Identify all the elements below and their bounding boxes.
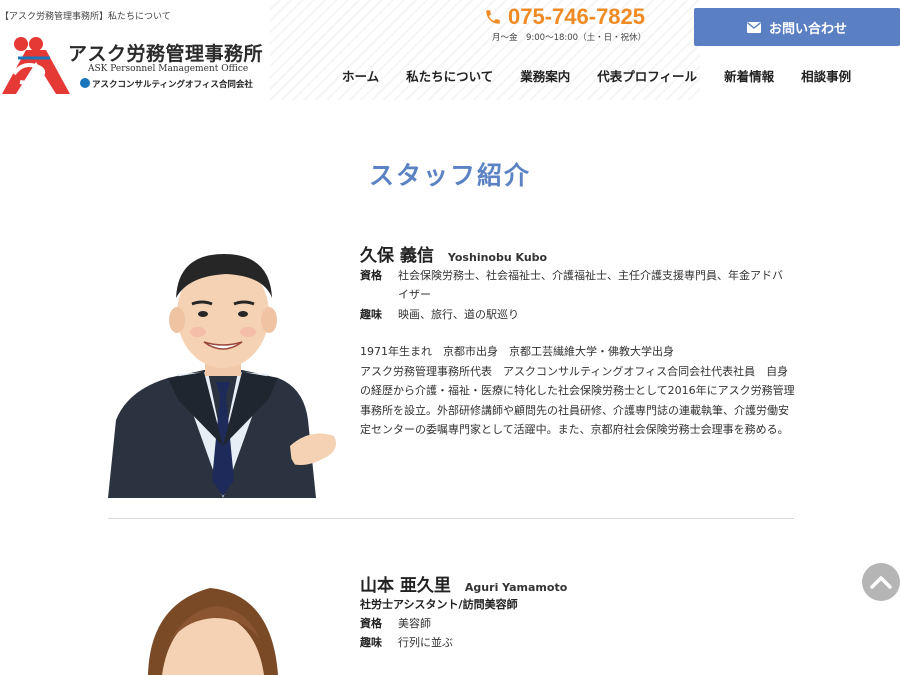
contact-button-label: お問い合わせ: [768, 21, 847, 37]
company-mark-icon: [80, 78, 90, 88]
main-nav: ホーム 私たちについて 業務案内 代表プロフィール 新着情報 相談事例: [342, 66, 851, 86]
logo-name: アスク労務管理事務所: [68, 43, 264, 65]
phone-icon: [486, 10, 500, 24]
hobbies-label: 趣味: [360, 636, 382, 649]
hobbies-row: 趣味 行列に並ぶ: [360, 633, 790, 652]
hobbies-value: 行列に並ぶ: [398, 636, 453, 649]
phone-number[interactable]: 075-746-7825: [484, 4, 645, 30]
staff-name-text: 久保 義信: [360, 246, 434, 266]
hobbies-label: 趣味: [360, 308, 382, 321]
staff-portrait-yamamoto: [148, 584, 278, 675]
mail-icon: [746, 21, 761, 33]
hobbies-row: 趣味 映画、旅行、道の駅巡り: [360, 305, 790, 324]
nav-item-profile[interactable]: 代表プロフィール: [597, 66, 697, 86]
logo-mark-icon: [2, 37, 70, 94]
staff-divider: [108, 518, 794, 519]
hobbies-value: 映画、旅行、道の駅巡り: [398, 308, 519, 321]
qualifications-row: 資格 社会保険労務士、社会福祉士、介護福祉士、主任介護支援専門員、年金アドバイザ…: [360, 266, 790, 304]
scroll-to-top-button[interactable]: [862, 563, 900, 601]
nav-item-news[interactable]: 新着情報: [724, 66, 774, 86]
qualifications-label: 資格: [360, 269, 382, 282]
logo-company-name: アスクコンサルティングオフィス合同会社: [92, 80, 253, 90]
staff-bio: 1971年生まれ 京都市出身 京都工芸繊維大学・佛教大学出身 アスク労務管理事務…: [360, 345, 795, 436]
logo-english-name: ASK Personnel Management Office: [88, 64, 249, 74]
staff-role: 社労士アシスタント/訪問美容師: [360, 598, 518, 611]
nav-item-services[interactable]: 業務案内: [520, 66, 570, 86]
nav-item-cases[interactable]: 相談事例: [801, 66, 851, 86]
qualifications-value: 社会保険労務士、社会福祉士、介護福祉士、主任介護支援専門員、年金アドバイザー: [398, 269, 783, 301]
chevron-up-icon: [870, 576, 892, 589]
section-title: スタッフ紹介: [368, 161, 531, 190]
qualifications-value: 美容師: [398, 617, 431, 630]
phone-number-text: 075-746-7825: [508, 4, 646, 29]
site-header: 【アスク労務管理事務所】私たちについて アスク労務管理事務所 ASK Perso…: [0, 0, 900, 100]
qualifications-label: 資格: [360, 617, 382, 630]
staff-portrait-kubo: [108, 250, 338, 498]
business-hours: 月〜金 9:00〜18:00（土・日・祝休）: [492, 33, 647, 43]
staff-name-yamamoto: 山本 亜久里 Aguri Yamamoto: [360, 571, 567, 596]
staff-roman-name: Aguri Yamamoto: [464, 581, 568, 594]
staff-name-kubo: 久保 義信 Yoshinobu Kubo: [360, 241, 547, 266]
site-logo[interactable]: アスク労務管理事務所 ASK Personnel Management Offi…: [0, 36, 270, 96]
contact-button[interactable]: お問い合わせ: [694, 8, 900, 46]
logo-company: アスクコンサルティングオフィス合同会社: [80, 78, 253, 90]
nav-item-home[interactable]: ホーム: [342, 66, 379, 86]
staff-roman-name: Yoshinobu Kubo: [447, 251, 548, 264]
qualifications-row: 資格 美容師: [360, 614, 790, 633]
nav-item-about[interactable]: 私たちについて: [406, 66, 493, 86]
staff-name-text: 山本 亜久里: [360, 576, 451, 596]
breadcrumb: 【アスク労務管理事務所】私たちについて: [0, 12, 171, 22]
